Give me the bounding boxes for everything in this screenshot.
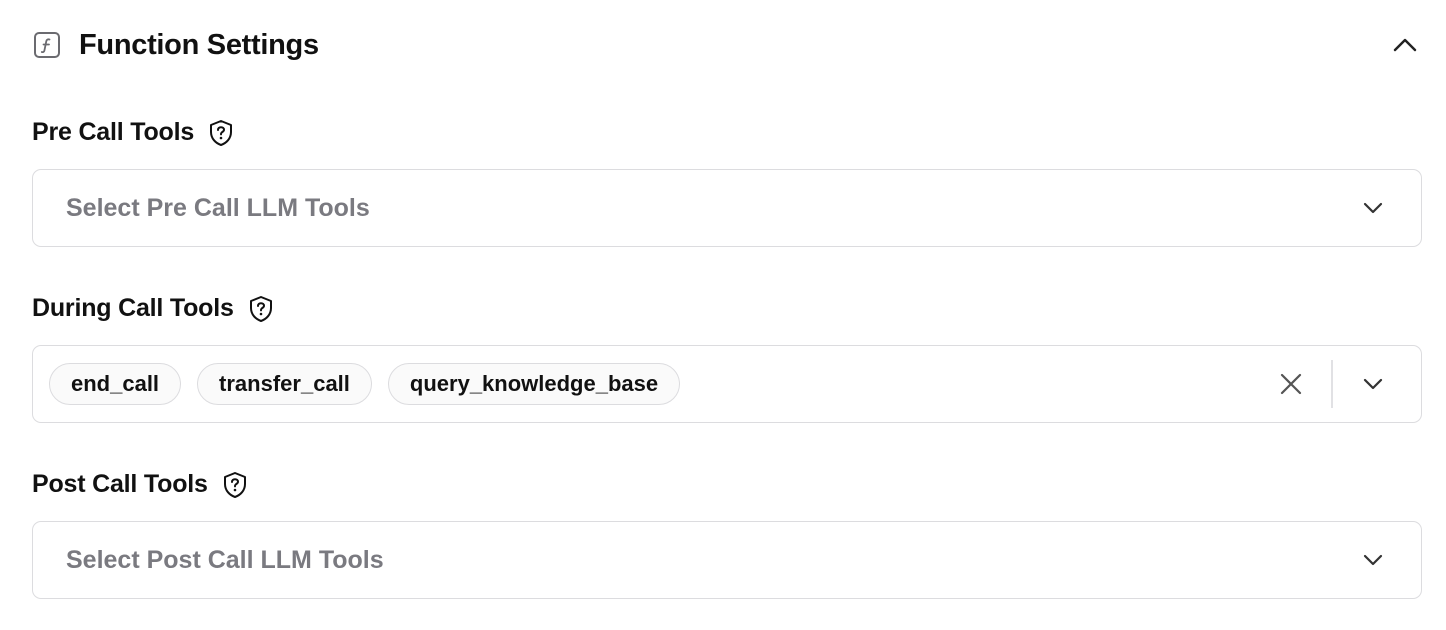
chevron-down-icon[interactable] — [1353, 540, 1393, 580]
pre-call-tools-label: Pre Call Tools — [32, 118, 235, 147]
tool-chip-transfer-call[interactable]: transfer_call — [197, 363, 372, 405]
post-call-tools-select[interactable]: Select Post Call LLM Tools — [32, 521, 1422, 599]
chevron-down-icon[interactable] — [1353, 188, 1393, 228]
chevron-down-icon[interactable] — [1353, 364, 1393, 404]
section-title: Function Settings — [79, 28, 319, 61]
help-shield-icon[interactable] — [207, 119, 235, 147]
chevron-up-icon[interactable] — [1388, 28, 1422, 62]
function-icon — [32, 30, 62, 60]
help-shield-icon[interactable] — [221, 471, 249, 499]
post-call-tools-label: Post Call Tools — [32, 470, 249, 499]
tool-chip-query-knowledge-base[interactable]: query_knowledge_base — [387, 363, 681, 405]
help-shield-icon[interactable] — [247, 295, 275, 323]
during-call-tools-select[interactable]: end_call transfer_call query_knowledge_b… — [32, 345, 1422, 423]
pre-call-tools-select[interactable]: Select Pre Call LLM Tools — [32, 169, 1422, 247]
clear-icon[interactable] — [1273, 366, 1309, 402]
during-call-tools-label: During Call Tools — [32, 294, 275, 323]
pre-call-tools-label-text: Pre Call Tools — [32, 118, 195, 146]
tool-chip-end-call[interactable]: end_call — [49, 363, 182, 405]
function-settings-header[interactable]: Function Settings — [32, 22, 1422, 68]
during-call-tools-label-text: During Call Tools — [32, 294, 234, 322]
post-call-tools-placeholder: Select Post Call LLM Tools — [66, 545, 384, 574]
indicator-divider — [1331, 360, 1333, 408]
post-call-tools-label-text: Post Call Tools — [32, 470, 208, 498]
selected-tools: end_call transfer_call query_knowledge_b… — [49, 363, 681, 405]
pre-call-tools-placeholder: Select Pre Call LLM Tools — [66, 193, 370, 222]
